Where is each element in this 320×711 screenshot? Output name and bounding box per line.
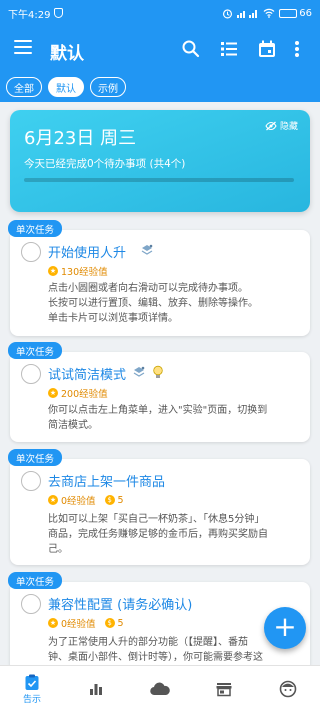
- complete-checkbox[interactable]: [21, 242, 41, 262]
- completion-summary: 今天已经完成0个待办事项 (共4个): [24, 158, 186, 170]
- chip-default[interactable]: 默认: [48, 77, 84, 97]
- task-meta: ★ 200经验值: [48, 386, 108, 400]
- add-task-button[interactable]: +: [264, 607, 306, 649]
- battery-icon: [279, 8, 298, 18]
- description-line: 你可以点击左上角菜单，进入"实验"页面，切换到: [48, 405, 268, 416]
- nav-shop[interactable]: [192, 666, 256, 711]
- task-title: 兼容性配置 (请务必确认): [48, 598, 193, 613]
- description-line: 简洁模式。: [48, 420, 98, 431]
- plus-icon: +: [273, 610, 297, 643]
- lightbulb-icon: [153, 365, 163, 378]
- description-line: 商品，完成任务赚够足够的金币后，再购买奖励自: [48, 529, 268, 540]
- alarm-icon: [223, 8, 233, 18]
- description-line: 为了正常使用人升的部分功能（【提醒】、番茄: [48, 637, 248, 648]
- task-card[interactable]: 去商店上架一件商品 ★ 0经验值 $ 5 比如可以上架「买自己一杯奶茶」、「休息…: [10, 459, 310, 565]
- task-card[interactable]: 试试简洁模式 ★ 200经验值 你可以点击左上角菜单，进入"实验"页面，切换到 …: [10, 352, 310, 442]
- description-line: 己。: [48, 544, 68, 555]
- exp-icon: ★: [48, 266, 58, 276]
- task-description: 为了正常使用人升的部分功能（【提醒】、番茄 钟、桌面小部件、倒计时等），你可能需…: [48, 635, 302, 665]
- face-icon: [279, 680, 297, 697]
- description-line: 钟、桌面小部件、倒计时等），你可能需要参考这: [48, 652, 263, 663]
- task-meta: ★ 130经验值: [48, 264, 108, 278]
- notice-icon: [25, 674, 39, 690]
- task-description: 你可以点击左上角菜单，进入"实验"页面，切换到 简洁模式。: [48, 403, 302, 433]
- complete-checkbox[interactable]: [21, 471, 41, 491]
- status-bar: 下午4:29 66: [0, 0, 320, 26]
- battery-level: 66: [299, 7, 312, 19]
- layers-icon: [141, 244, 153, 255]
- task-card[interactable]: 开始使用人升 ★ 130经验值 点击小圆圈或者向右滑动可以完成待办事项。 长按可…: [10, 230, 310, 336]
- nav-notice-label: 告示: [22, 694, 41, 705]
- complete-checkbox[interactable]: [21, 594, 41, 614]
- calendar-icon[interactable]: [256, 38, 278, 60]
- exp-value: 200经验值: [61, 389, 108, 400]
- bottom-nav: 告示: [0, 665, 320, 711]
- description-line: 长按可以进行置顶、编辑、放弃、删除等操作。: [48, 298, 258, 309]
- description-line: 比如可以上架「买自己一杯奶茶」、「休息5分钟」: [48, 514, 265, 525]
- exp-value: 0经验值: [61, 496, 96, 507]
- gold-coin-icon: $: [104, 618, 115, 628]
- battery-indicator: 66: [279, 8, 312, 19]
- status-time: 下午4:29: [8, 9, 51, 21]
- task-type-tag: 单次任务: [8, 220, 62, 237]
- app-bar: 默认: [0, 26, 320, 72]
- nav-profile[interactable]: [256, 666, 320, 711]
- coin-value: 5: [117, 494, 124, 506]
- task-meta: ★ 0经验值 $ 5: [48, 616, 124, 630]
- today-date: 6月23日 周三: [24, 128, 137, 149]
- coin-value: 5: [117, 617, 124, 629]
- task-type-tag: 单次任务: [8, 342, 62, 359]
- shield-icon: [54, 8, 64, 18]
- task-type-tag: 单次任务: [8, 572, 62, 589]
- gold-coin-icon: $: [104, 495, 115, 505]
- task-description: 比如可以上架「买自己一杯奶茶」、「休息5分钟」 商品，完成任务赚够足够的金币后，…: [48, 512, 302, 557]
- complete-checkbox[interactable]: [21, 364, 41, 384]
- exp-icon: ★: [48, 618, 58, 628]
- exp-value: 130经验值: [61, 267, 108, 278]
- task-title: 开始使用人升: [48, 246, 127, 261]
- today-summary-card: 6月23日 周三 隐藏 今天已经完成0个待办事项 (共4个): [10, 110, 310, 212]
- page-title: 默认: [50, 44, 84, 64]
- task-meta: ★ 0经验值 $ 5: [48, 493, 124, 507]
- exp-icon: ★: [48, 495, 58, 505]
- task-type-tag: 单次任务: [8, 449, 62, 466]
- more-icon[interactable]: [290, 38, 304, 60]
- task-title: 试试简洁模式: [48, 368, 127, 383]
- progress-bar: [24, 178, 294, 182]
- search-icon[interactable]: [180, 38, 202, 60]
- nav-notice[interactable]: 告示: [0, 666, 64, 711]
- cloud-icon: [150, 682, 170, 695]
- description-line: 点击小圆圈或者向右滑动可以完成待办事项。: [48, 283, 248, 294]
- chip-example[interactable]: 示例: [90, 77, 126, 97]
- exp-icon: ★: [48, 388, 58, 398]
- nav-cloud[interactable]: [128, 666, 192, 711]
- description-line: 单击卡片可以浏览事项详情。: [48, 313, 178, 324]
- hide-button[interactable]: 隐藏: [265, 119, 298, 132]
- filter-chips: 全部 默认 示例: [0, 72, 320, 102]
- list-icon[interactable]: [218, 38, 240, 60]
- chip-all[interactable]: 全部: [6, 77, 42, 97]
- signal-icon: [237, 10, 258, 18]
- wifi-icon: [263, 8, 275, 18]
- task-title: 去商店上架一件商品: [48, 475, 166, 490]
- task-description: 点击小圆圈或者向右滑动可以完成待办事项。 长按可以进行置顶、编辑、放弃、删除等操…: [48, 281, 302, 326]
- exp-value: 0经验值: [61, 619, 96, 630]
- nav-stats[interactable]: [64, 666, 128, 711]
- layers-icon: [133, 366, 145, 377]
- hide-label: 隐藏: [279, 122, 298, 132]
- shop-icon: [216, 682, 232, 696]
- menu-icon[interactable]: [14, 40, 32, 56]
- eye-off-icon: [265, 121, 277, 130]
- stats-icon: [90, 683, 102, 695]
